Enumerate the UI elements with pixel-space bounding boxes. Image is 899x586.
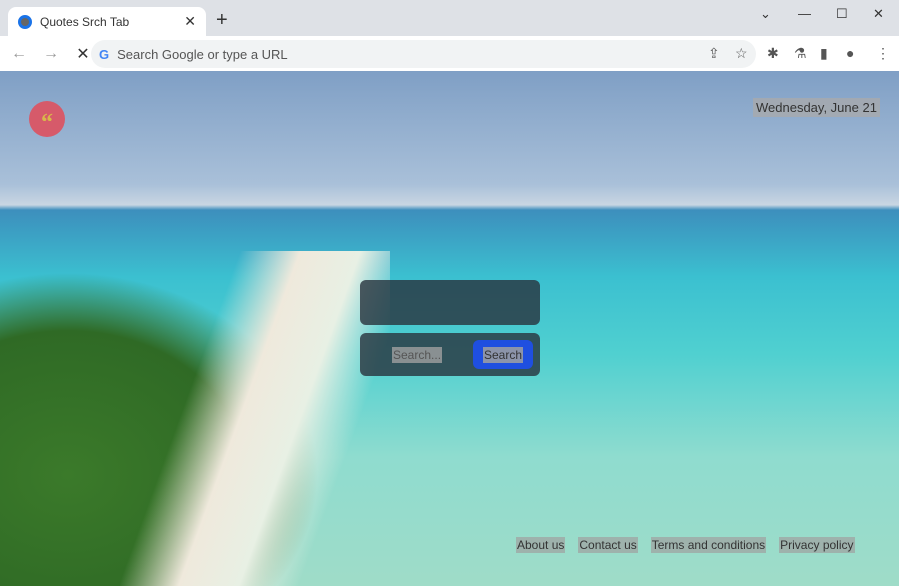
date-display: Wednesday, June 21 — [753, 98, 880, 117]
menu-kebab-icon[interactable]: ⋮ — [876, 45, 890, 62]
search-button[interactable]: Search — [473, 340, 533, 369]
terms-link[interactable]: Terms and conditions — [650, 537, 767, 553]
background-sandbar — [120, 251, 390, 586]
tab-active[interactable]: Quotes Srch Tab ✕ — [8, 7, 206, 36]
privacy-policy-link[interactable]: Privacy policy — [779, 537, 855, 553]
address-placeholder: Search Google or type a URL — [117, 46, 288, 62]
about-us-link[interactable]: About us — [516, 537, 566, 553]
forward-button[interactable]: → — [38, 45, 64, 63]
search-button-label: Search — [482, 347, 524, 363]
toolbar: ← → ✕ G Search Google or type a URL ⇪ ☆ … — [0, 36, 899, 71]
side-panel-icon[interactable]: ▮ — [820, 45, 828, 62]
address-bar[interactable]: G Search Google or type a URL — [91, 40, 756, 68]
extensions-icon[interactable]: ✱ — [767, 45, 779, 62]
tab-search-icon[interactable]: ⌄ — [760, 6, 771, 22]
title-bar: Quotes Srch Tab ✕ + ⌄ — ☐ ✕ — [0, 0, 899, 36]
quote-panel — [360, 280, 540, 325]
quotes-logo-icon[interactable]: “ — [29, 101, 65, 137]
maximize-button[interactable]: ☐ — [836, 6, 848, 22]
share-icon[interactable]: ⇪ — [708, 45, 720, 62]
google-icon: G — [99, 46, 110, 62]
labs-flask-icon[interactable]: ⚗ — [794, 45, 807, 62]
back-button[interactable]: ← — [6, 45, 32, 63]
tab-title: Quotes Srch Tab — [40, 14, 130, 29]
minimize-button[interactable]: — — [798, 6, 811, 21]
search-panel: Search... Search — [360, 333, 540, 376]
contact-us-link[interactable]: Contact us — [578, 537, 638, 553]
new-tab-button[interactable]: + — [216, 9, 228, 32]
profile-avatar-icon[interactable]: ● — [846, 45, 854, 61]
close-window-button[interactable]: ✕ — [873, 6, 884, 22]
tab-favicon-icon — [18, 14, 32, 29]
tab-close-icon[interactable]: ✕ — [184, 13, 196, 30]
search-input[interactable]: Search... — [392, 347, 443, 363]
footer-links: About us Contact us Terms and conditions… — [516, 537, 855, 553]
new-tab-page: “ Wednesday, June 21 Search... Search Ab… — [0, 71, 899, 586]
bookmark-star-icon[interactable]: ☆ — [735, 45, 748, 62]
